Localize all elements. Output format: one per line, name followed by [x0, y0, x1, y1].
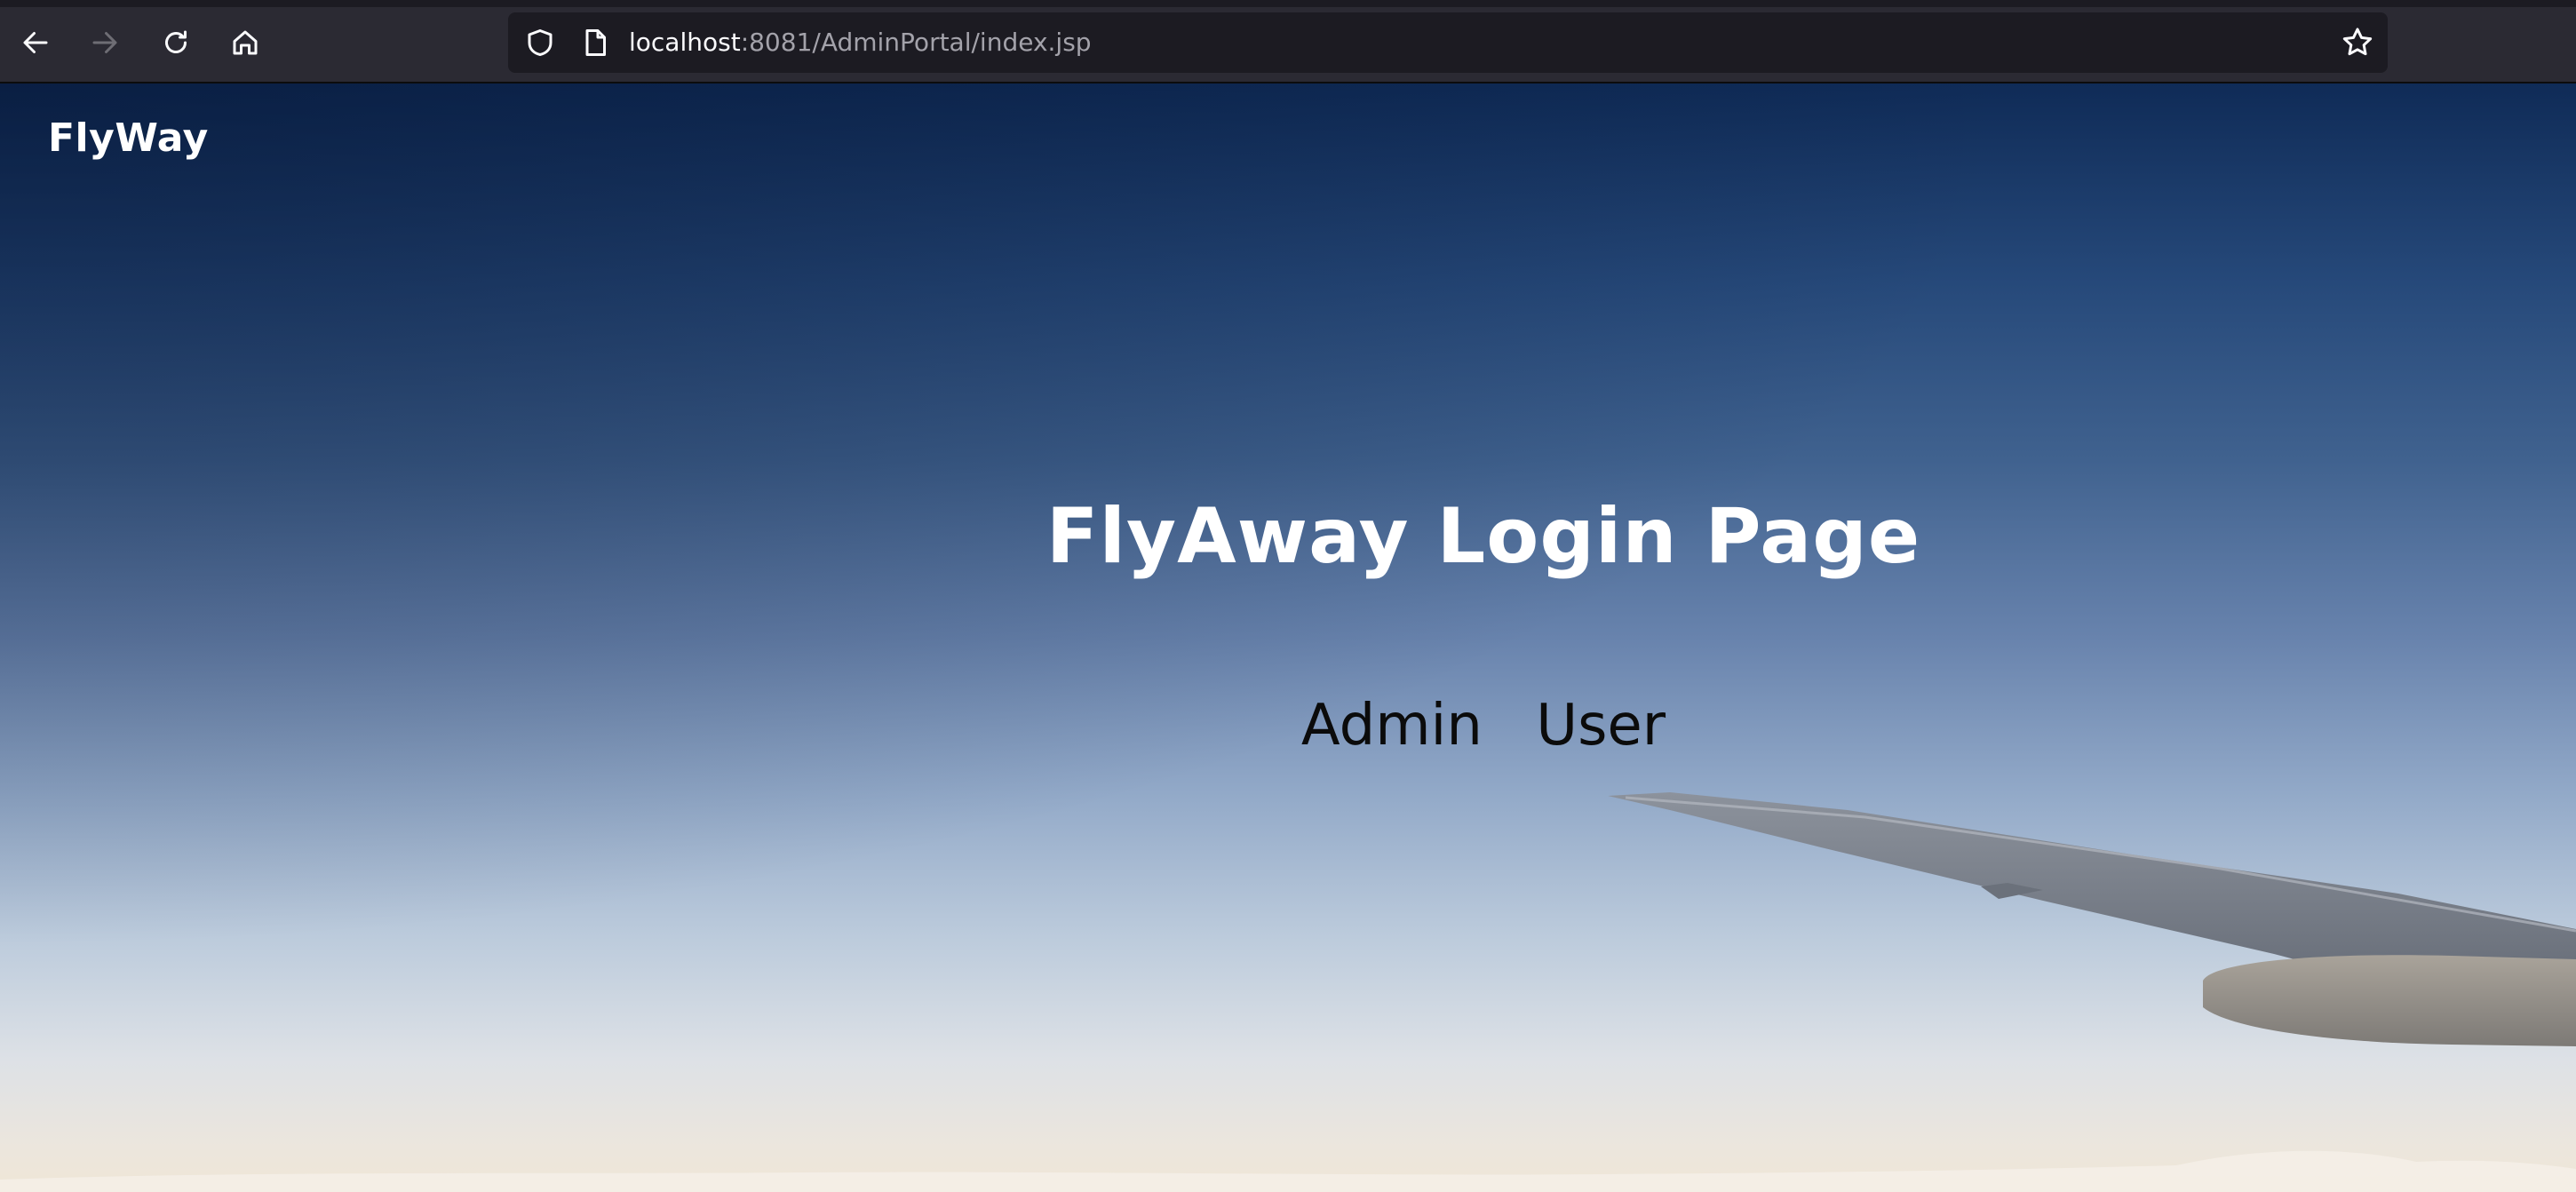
page-icon[interactable] — [579, 27, 611, 59]
brand-logo[interactable]: FlyWay — [48, 115, 209, 161]
home-icon — [233, 30, 258, 55]
home-button[interactable] — [224, 21, 266, 64]
bookmark-star-icon[interactable] — [2340, 25, 2375, 60]
airplane-wing-image — [1608, 792, 2576, 1046]
url-host: localhost — [629, 28, 741, 57]
reload-icon — [165, 30, 187, 53]
reload-button[interactable] — [155, 21, 197, 64]
user-link[interactable]: User — [1536, 693, 1666, 759]
url-path: :8081/AdminPortal/index.jsp — [740, 28, 1092, 57]
back-icon — [23, 32, 48, 53]
login-links: Admin User — [0, 693, 2576, 759]
clouds-image — [0, 1150, 2576, 1192]
forward-button[interactable] — [83, 21, 126, 64]
tab-strip — [0, 0, 2576, 7]
page-title: FlyAway Login Page — [1046, 492, 1921, 581]
forward-icon — [92, 32, 117, 53]
shield-icon[interactable] — [524, 27, 556, 59]
url-bar[interactable]: localhost:8081/AdminPortal/index.jsp — [508, 12, 2388, 73]
browser-toolbar: localhost:8081/AdminPortal/index.jsp — [0, 0, 2576, 83]
admin-link[interactable]: Admin — [1301, 693, 1483, 759]
back-button[interactable] — [14, 21, 57, 64]
url-text[interactable]: localhost:8081/AdminPortal/index.jsp — [629, 12, 1092, 73]
page-viewport: FlyWay FlyAway Login Page Admin User — [0, 83, 2576, 1192]
